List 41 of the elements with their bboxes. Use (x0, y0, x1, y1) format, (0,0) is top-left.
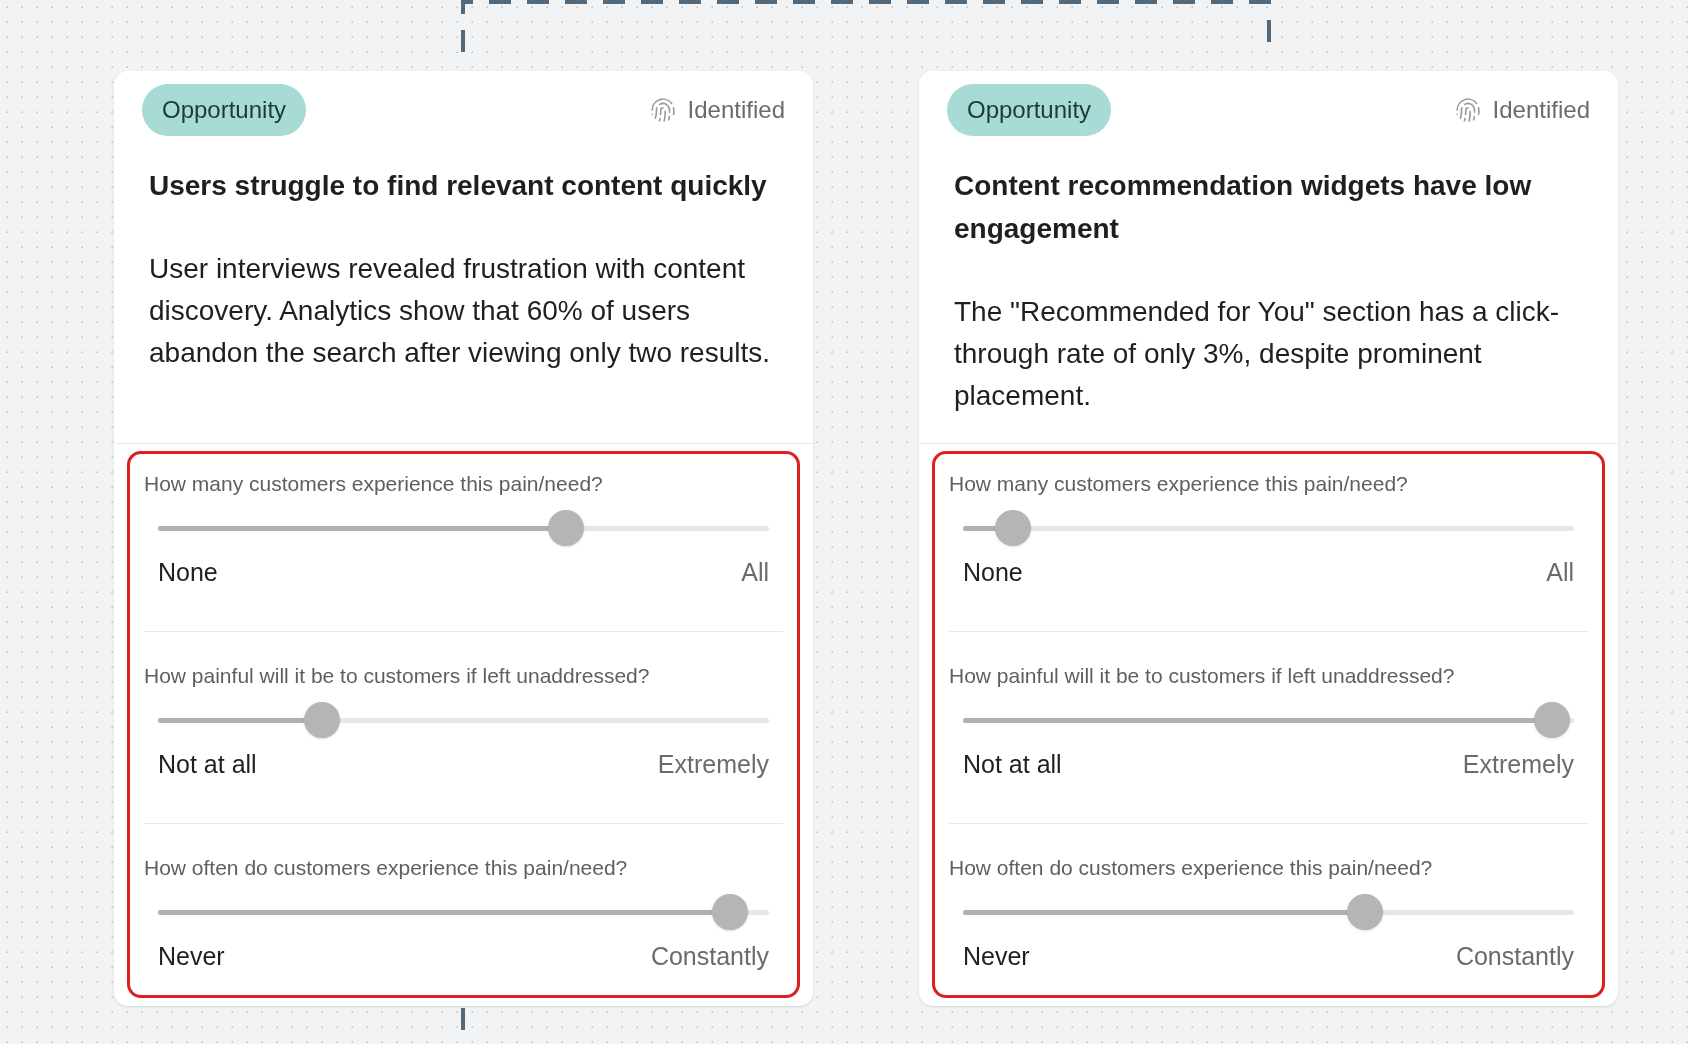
fingerprint-icon (1454, 97, 1481, 123)
slider-thumb[interactable] (547, 509, 584, 546)
slider-thumb[interactable] (995, 509, 1032, 546)
slider[interactable] (158, 701, 769, 738)
card-title: Users struggle to find relevant content quickly (149, 169, 768, 203)
slider[interactable] (158, 509, 769, 546)
card-title: Content recommendation widgets have low engagement (954, 169, 1533, 246)
slider-thumb[interactable] (1534, 701, 1570, 738)
question-text: How many customers experience this pain/need? (949, 471, 1409, 497)
scale-min-label: None (158, 556, 218, 588)
connector-line (461, 1008, 465, 1030)
scale-max-label: Extremely (657, 748, 769, 780)
question-text: How often do customers experience this pain/need? (949, 855, 1434, 881)
status-label: Identified (687, 95, 785, 125)
status-label: Identified (1492, 95, 1590, 125)
scale-min-label: Never (158, 940, 225, 972)
scale-max-label: All (1546, 556, 1574, 588)
category-tag: Opportunity (947, 84, 1112, 136)
scale-max-label: Constantly (1455, 940, 1574, 972)
question-text: How painful will it be to customers if left unaddressed? (144, 663, 651, 689)
scale-max-label: Extremely (1462, 748, 1574, 780)
slider[interactable] (158, 893, 769, 930)
fingerprint-icon (649, 97, 676, 123)
slider-thumb[interactable] (712, 893, 748, 930)
question-text: How many customers experience this pain/need? (144, 471, 604, 497)
slider[interactable] (963, 509, 1574, 546)
scale-min-label: Not at all (158, 748, 257, 780)
slider[interactable] (963, 893, 1574, 930)
slider-thumb[interactable] (1346, 893, 1383, 930)
scale-min-label: Never (963, 940, 1030, 972)
card-description: User interviews revealed frustration with content discovery. Analytics show that 60% of users abandon the search after viewing only two results. (149, 252, 772, 370)
scale-max-label: All (741, 556, 769, 588)
scale-min-label: None (963, 556, 1023, 588)
card-description: The "Recommended for You" section has a click-through rate of only 3%, despite prominent placement. (954, 295, 1561, 413)
scale-max-label: Constantly (650, 940, 769, 972)
category-tag: Opportunity (142, 84, 307, 136)
slider[interactable] (963, 701, 1574, 738)
slider-thumb[interactable] (303, 701, 340, 738)
scale-min-label: Not at all (963, 748, 1062, 780)
question-text: How often do customers experience this pain/need? (144, 855, 629, 881)
question-text: How painful will it be to customers if left unaddressed? (949, 663, 1456, 689)
